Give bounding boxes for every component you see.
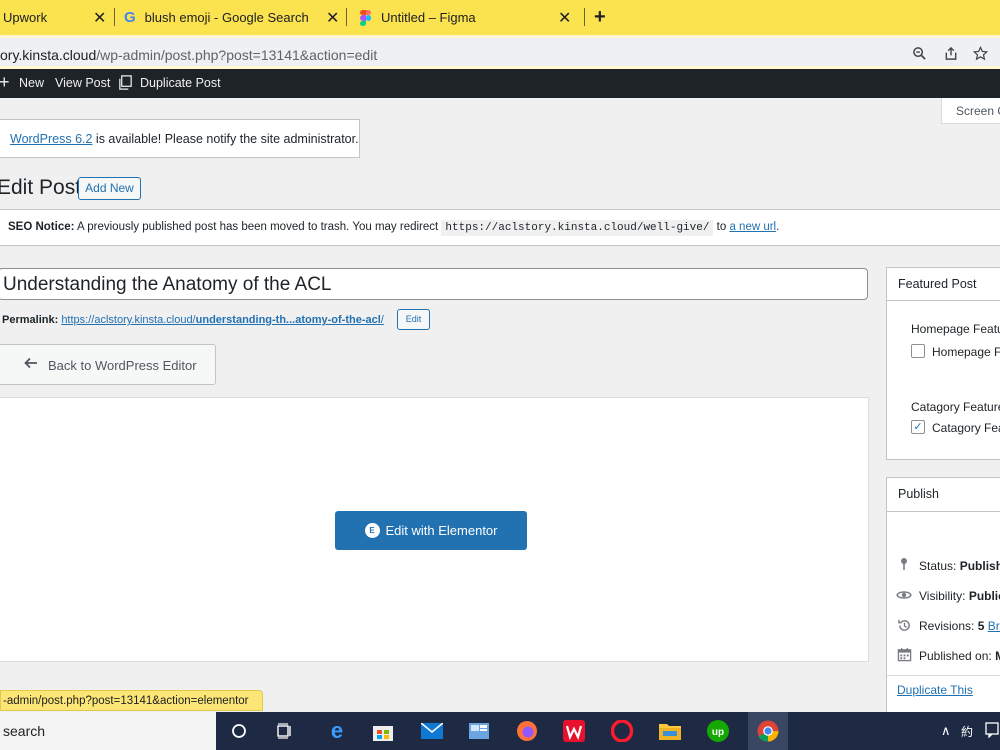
tab-label: blush emoji - Google Search bbox=[144, 10, 309, 25]
new-tab-button[interactable]: + bbox=[594, 0, 614, 35]
firefox-icon[interactable] bbox=[515, 719, 539, 743]
eye-icon bbox=[896, 589, 912, 604]
admin-bar-duplicate-post[interactable]: Duplicate Post bbox=[140, 76, 221, 90]
duplicate-icon[interactable] bbox=[117, 74, 134, 94]
duplicate-this-row: Duplicate This bbox=[897, 683, 973, 697]
page-title: Edit Post bbox=[0, 176, 82, 199]
category-featured-checkbox[interactable]: ✓ bbox=[911, 420, 925, 434]
tab-label: Upwork bbox=[3, 10, 48, 25]
tab-upwork[interactable]: Upwork ✕ bbox=[3, 0, 113, 35]
file-explorer-icon[interactable] bbox=[658, 719, 682, 743]
edit-with-elementor-button[interactable]: E Edit with Elementor bbox=[335, 511, 527, 550]
edge-icon[interactable]: e bbox=[325, 718, 349, 743]
tray-show-hidden-icon[interactable]: ∧ bbox=[941, 723, 951, 739]
arrow-left-icon bbox=[23, 355, 39, 376]
address-bar-area: ory.kinsta.cloud/wp-admin/post.php?post=… bbox=[0, 35, 1000, 69]
control-panel-icon[interactable] bbox=[467, 719, 491, 743]
windows-taskbar: search e up ∧ 約 bbox=[0, 712, 1000, 750]
permalink-link[interactable]: https://aclstory.kinsta.cloud/understand… bbox=[61, 314, 384, 326]
notification-icon[interactable] bbox=[985, 722, 999, 741]
ime-icon[interactable]: 約 bbox=[961, 723, 973, 740]
svg-text:up: up bbox=[712, 727, 724, 738]
close-tab-icon[interactable]: ✕ bbox=[558, 8, 571, 28]
browser-tab-strip: Upwork ✕ G blush emoji - Google Search ✕… bbox=[0, 0, 1000, 35]
redirect-url-code: https://aclstory.kinsta.cloud/well-give/ bbox=[441, 220, 714, 236]
wordpress-version-link[interactable]: WordPress 6.2 bbox=[10, 132, 92, 146]
visibility-row: Visibility: Public bbox=[919, 589, 1000, 603]
wps-office-icon[interactable] bbox=[562, 719, 586, 743]
google-icon: G bbox=[124, 9, 136, 26]
update-notice-text: is available! Please notify the site adm… bbox=[92, 132, 359, 146]
seo-notice: SEO Notice: A previously published post … bbox=[0, 209, 1000, 246]
permalink-label: Permalink: bbox=[2, 314, 59, 326]
seo-notice-to: to bbox=[713, 221, 730, 233]
share-icon[interactable] bbox=[943, 46, 959, 65]
homepage-featured-label: Homepage Featu bbox=[911, 322, 1000, 336]
opera-icon[interactable] bbox=[610, 719, 634, 743]
category-featured-checkbox-label: Catagory Feat bbox=[932, 421, 1000, 435]
post-title-input[interactable]: Understanding the Anatomy of the ACL bbox=[0, 268, 868, 300]
taskbar-search-box[interactable]: search bbox=[0, 712, 216, 750]
permalink: Permalink: https://aclstory.kinsta.cloud… bbox=[2, 314, 384, 326]
featured-post-title[interactable]: Featured Post bbox=[887, 268, 1000, 301]
close-tab-icon[interactable]: ✕ bbox=[93, 8, 106, 28]
duplicate-this-link[interactable]: Duplicate This bbox=[897, 683, 973, 697]
add-new-button[interactable]: Add New bbox=[78, 177, 141, 200]
plus-icon[interactable]: + bbox=[0, 72, 10, 93]
close-tab-icon[interactable]: ✕ bbox=[326, 8, 339, 28]
seo-notice-text: A previously published post has been mov… bbox=[74, 221, 442, 233]
browse-revisions-link[interactable]: Brow bbox=[988, 619, 1000, 633]
divider bbox=[887, 675, 1000, 676]
elementor-button-label: Edit with Elementor bbox=[385, 523, 498, 538]
zoom-icon[interactable] bbox=[912, 46, 927, 65]
tab-divider bbox=[346, 8, 347, 26]
back-button-label: Back to WordPress Editor bbox=[48, 358, 197, 373]
update-notice: WordPress 6.2 is available! Please notif… bbox=[0, 119, 360, 158]
seo-notice-label: SEO Notice: bbox=[8, 221, 75, 233]
tab-google-search[interactable]: G blush emoji - Google Search ✕ bbox=[124, 0, 344, 35]
calendar-icon bbox=[897, 647, 912, 665]
pin-icon bbox=[898, 557, 910, 574]
url-text[interactable]: ory.kinsta.cloud/wp-admin/post.php?post=… bbox=[0, 47, 377, 63]
bookmark-star-icon[interactable] bbox=[972, 45, 989, 65]
tab-label: Untitled – Figma bbox=[381, 10, 476, 25]
cortana-circle-icon[interactable] bbox=[227, 719, 251, 743]
link-hover-status: -admin/post.php?post=13141&action=elemen… bbox=[0, 690, 263, 711]
address-bar[interactable]: ory.kinsta.cloud/wp-admin/post.php?post=… bbox=[0, 38, 1000, 66]
admin-bar-view-post[interactable]: View Post bbox=[55, 76, 110, 90]
back-to-wordpress-editor-button[interactable]: Back to WordPress Editor bbox=[0, 344, 216, 385]
task-view-icon[interactable] bbox=[273, 719, 297, 743]
seo-notice-end: . bbox=[776, 221, 780, 233]
publish-title[interactable]: Publish bbox=[887, 478, 1000, 512]
upwork-app-icon[interactable]: up bbox=[706, 719, 730, 743]
edit-slug-button[interactable]: Edit bbox=[397, 309, 430, 330]
admin-bar-new[interactable]: New bbox=[19, 76, 44, 90]
screen-options-button[interactable]: Screen O bbox=[941, 98, 1000, 124]
new-url-link[interactable]: a new url bbox=[729, 221, 776, 233]
homepage-featured-checkbox-label: Homepage Fe bbox=[932, 345, 1000, 359]
tab-divider bbox=[114, 8, 115, 26]
revisions-row: Revisions: 5 Brow bbox=[919, 619, 1000, 633]
mail-icon[interactable] bbox=[420, 719, 444, 743]
homepage-featured-checkbox[interactable] bbox=[911, 344, 925, 358]
category-featured-label: Catagory Feature bbox=[911, 400, 1000, 414]
revisions-history-icon bbox=[897, 618, 912, 636]
published-on-row: Published on: M bbox=[919, 649, 1000, 663]
tab-divider bbox=[584, 8, 585, 26]
wp-admin-bar: + New View Post Duplicate Post bbox=[0, 69, 1000, 98]
figma-icon bbox=[360, 9, 371, 26]
tab-figma[interactable]: Untitled – Figma ✕ bbox=[360, 0, 580, 35]
store-icon[interactable] bbox=[371, 719, 395, 743]
elementor-icon: E bbox=[364, 523, 380, 538]
status-row: Status: Publishe bbox=[919, 559, 1000, 573]
chrome-icon[interactable] bbox=[756, 719, 780, 743]
